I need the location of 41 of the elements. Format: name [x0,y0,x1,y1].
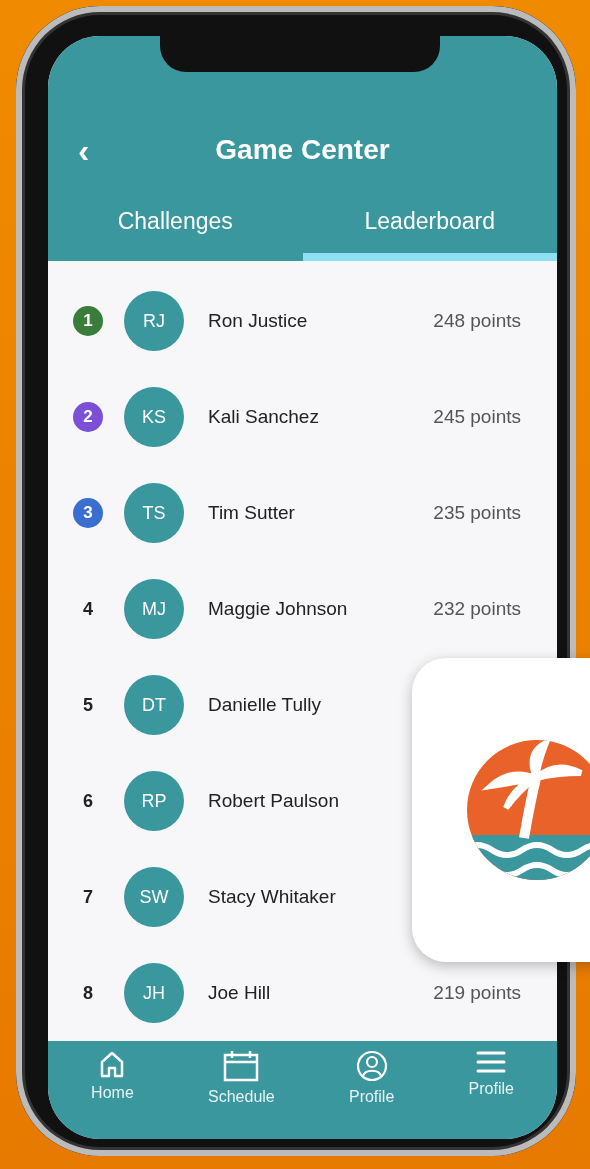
avatar: RP [124,771,184,831]
rank-number: 8 [83,982,93,1004]
home-icon [99,1050,126,1078]
points-text: 248 points [433,310,521,332]
player-name: Danielle Tully [208,694,322,716]
avatar: KS [124,387,184,447]
rank-badge: 3 [73,498,103,528]
points-text: 219 points [433,982,521,1004]
points-text: 232 points [433,598,521,620]
rank-number: 4 [83,598,93,620]
avatar: DT [124,675,184,735]
rank-badge: 1 [73,306,103,336]
player-name: Tim Sutter [208,502,296,524]
avatar: JH [124,963,184,1023]
points-text: 245 points [433,406,521,428]
profile-icon [355,1050,388,1082]
player-name: Stacy Whitaker [208,886,337,908]
nav-item[interactable]: Profile [342,1049,401,1121]
nav-item[interactable]: Profile [462,1049,520,1121]
player-name: Robert Paulson [208,790,340,812]
screen-title: Game Center [215,134,390,166]
points-text: 235 points [433,502,521,524]
calendar-icon [223,1050,260,1082]
rank-badge: 2 [73,402,103,432]
player-name: Kali Sanchez [208,406,320,428]
avatar: MJ [124,579,184,639]
rank-number: 6 [83,790,93,812]
menu-icon [476,1050,507,1074]
player-name: Ron Justice [208,310,309,332]
nav-item[interactable]: Home [85,1049,140,1121]
tab[interactable]: Challenges [48,196,303,261]
rank-number: 7 [83,886,93,908]
player-name: Maggie Johnson [208,598,349,620]
player-name: Joe Hill [208,982,272,1004]
nav-item[interactable]: Schedule [202,1049,281,1121]
avatar: SW [124,867,184,927]
rank-number: 5 [83,694,93,716]
avatar: RJ [124,291,184,351]
avatar: TS [124,483,184,543]
back-button[interactable]: ‹ [74,133,94,167]
tab[interactable]: Leaderboard [302,196,557,261]
